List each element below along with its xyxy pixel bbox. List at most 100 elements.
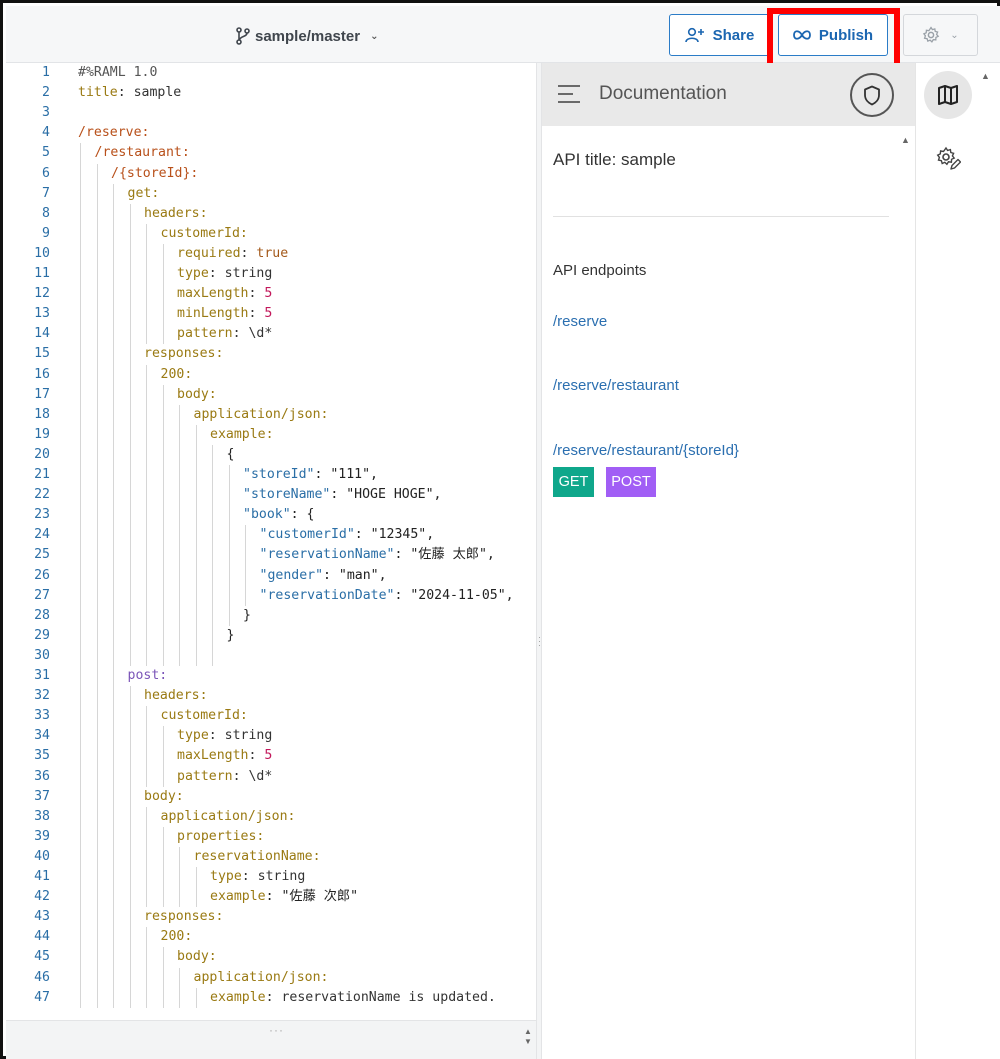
code-text: maxLength: 5 <box>177 284 272 304</box>
code-line[interactable]: 11 type: string <box>6 264 536 284</box>
line-number: 7 <box>42 185 50 201</box>
code-line[interactable]: 33 customerId: <box>6 706 536 726</box>
code-line[interactable]: 34 type: string <box>6 726 536 746</box>
line-number: 10 <box>34 245 50 261</box>
code-line[interactable]: 24 "customerId": "12345", <box>6 525 536 545</box>
line-number: 25 <box>34 547 50 563</box>
code-text: body: <box>144 787 184 807</box>
code-token: : string <box>208 728 273 744</box>
code-line[interactable]: 31 post: <box>6 666 536 686</box>
code-text: type: string <box>177 726 272 746</box>
code-line[interactable]: 26 "gender": "man", <box>6 566 536 586</box>
code-line[interactable]: 45 body: <box>6 947 536 967</box>
code-text: "storeName": "HOGE HOGE", <box>243 485 442 505</box>
code-line[interactable]: 27 "reservationDate": "2024-11-05", <box>6 586 536 606</box>
code-text: title: sample <box>78 83 181 103</box>
code-token: : "man", <box>323 567 387 583</box>
code-line[interactable]: 47 example: reservationName is updated. <box>6 988 536 1008</box>
code-line[interactable]: 16 200: <box>6 365 536 385</box>
editor-scroll-arrows[interactable]: ▲ ▼ <box>524 1027 532 1047</box>
code-line[interactable]: 1 #%RAML 1.0 <box>6 63 536 83</box>
code-line[interactable]: 30 <box>6 646 536 666</box>
code-line[interactable]: 28} <box>6 606 536 626</box>
code-line[interactable]: 2 title: sample <box>6 83 536 103</box>
code-line[interactable]: 17 body: <box>6 385 536 405</box>
code-line[interactable]: 42 example: "佐藤 次郎" <box>6 887 536 907</box>
code-line[interactable]: 23 "book": { <box>6 505 536 525</box>
resize-dots-icon[interactable]: ··· <box>269 1023 284 1037</box>
code-line[interactable]: 10 required: true <box>6 244 536 264</box>
code-line[interactable]: 14 pattern: \d* <box>6 324 536 344</box>
code-line[interactable]: 22 "storeName": "HOGE HOGE", <box>6 485 536 505</box>
code-line[interactable]: 4/reserve: <box>6 123 536 143</box>
code-line[interactable]: 13 minLength: 5 <box>6 304 536 324</box>
settings-edit-button[interactable] <box>934 145 962 173</box>
rail-scroll-up-icon[interactable]: ▲ <box>981 71 990 81</box>
line-number: 35 <box>34 748 50 764</box>
code-text: application/json: <box>194 405 329 425</box>
code-token: true <box>256 245 289 261</box>
code-token: 200: <box>160 929 193 945</box>
code-line[interactable]: 7 get: <box>6 184 536 204</box>
code-line[interactable]: 39 properties: <box>6 827 536 847</box>
code-token: example: <box>210 426 274 442</box>
line-number: 21 <box>34 467 50 482</box>
code-line[interactable]: 36 pattern: \d* <box>6 767 536 787</box>
get-method-badge[interactable]: GET <box>553 467 594 497</box>
chevron-down-icon: ⌄ <box>950 29 959 41</box>
code-editor[interactable]: 1 #%RAML 1.0 2 title: sample 3 4/reserve: 5/re… <box>6 63 536 1020</box>
code-line[interactable]: 43 responses: <box>6 907 536 927</box>
share-button[interactable]: Share <box>669 14 770 56</box>
code-line[interactable]: 18 application/json: <box>6 405 536 425</box>
code-line[interactable]: 20 { <box>6 445 536 465</box>
code-token: 200: <box>160 366 193 382</box>
endpoint-link-storeid[interactable]: /reserve/restaurant/{storeId} <box>553 442 739 459</box>
line-number: 20 <box>34 446 50 462</box>
shield-button[interactable] <box>850 73 894 117</box>
doc-scroll-up-icon[interactable]: ▲ <box>901 135 910 145</box>
code-token: application/json: <box>160 808 296 824</box>
settings-dropdown[interactable]: ⌄ <box>903 14 978 56</box>
code-line[interactable]: 32 headers: <box>6 686 536 706</box>
documentation-panel: Documentation ▲ API title: sample API en… <box>542 63 915 1059</box>
code-text: } <box>227 626 235 646</box>
editor-bottom-bar: ··· ▲ ▼ <box>6 1020 536 1059</box>
documentation-toggle-button[interactable] <box>924 71 972 119</box>
endpoint-link-restaurant[interactable]: /reserve/restaurant <box>553 377 679 394</box>
code-line[interactable]: 12 maxLength: 5 <box>6 284 536 304</box>
grip-dots-icon[interactable]: · · · <box>538 633 541 650</box>
indent-guide <box>195 987 197 1008</box>
code-line[interactable]: 38 application/json: <box>6 807 536 827</box>
code-line[interactable]: 29} <box>6 626 536 646</box>
code-token: "customerId" <box>259 527 355 543</box>
post-method-badge[interactable]: POST <box>606 467 656 497</box>
api-endpoints-label: API endpoints <box>553 262 647 279</box>
indent-guide <box>146 806 147 908</box>
code-token: /{storeId}: <box>111 165 199 181</box>
code-line[interactable]: 35 maxLength: 5 <box>6 746 536 766</box>
code-line[interactable]: 3 <box>6 103 536 123</box>
endpoint-link-reserve[interactable]: /reserve <box>553 313 607 330</box>
code-line[interactable]: 46 application/json: <box>6 968 536 988</box>
code-line[interactable]: 8 headers: <box>6 204 536 224</box>
code-token: 5 <box>264 286 273 302</box>
code-line[interactable]: 5/restaurant: <box>6 143 536 163</box>
code-token: responses: <box>144 909 224 925</box>
code-token: : "111", <box>314 467 378 482</box>
code-text: example: reservationName is updated. <box>210 988 496 1008</box>
line-number: 43 <box>34 909 50 925</box>
code-line[interactable]: 41 type: string <box>6 867 536 887</box>
code-line[interactable]: 6 /{storeId}: <box>6 164 536 184</box>
code-line[interactable]: 19 example: <box>6 425 536 445</box>
code-line[interactable]: 15 responses: <box>6 344 536 364</box>
code-line[interactable]: 21 "storeId": "111", <box>6 465 536 485</box>
code-line[interactable]: 25 "reservationName": "佐藤 太郎", <box>6 545 536 565</box>
hamburger-icon[interactable] <box>558 85 580 109</box>
code-line[interactable]: 44 200: <box>6 927 536 947</box>
code-text: post: <box>128 666 168 686</box>
code-line[interactable]: 37 body: <box>6 787 536 807</box>
code-line[interactable]: 9 customerId: <box>6 224 536 244</box>
code-text: "reservationDate": "2024-11-05", <box>260 586 514 606</box>
code-line[interactable]: 40 reservationName: <box>6 847 536 867</box>
branch-selector[interactable]: sample/master ⌄ <box>235 26 378 46</box>
